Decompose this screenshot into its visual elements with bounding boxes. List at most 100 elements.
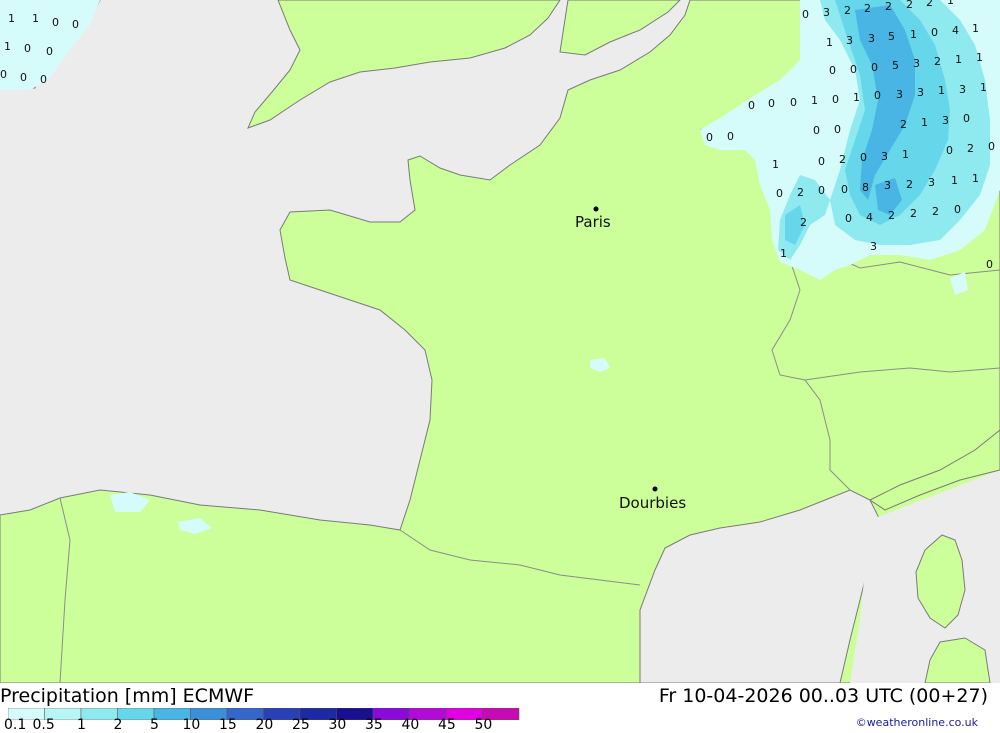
precip-value: 1 xyxy=(980,81,987,94)
precip-value: 0 xyxy=(832,93,839,106)
legend-tick-label: 15 xyxy=(219,717,237,733)
precip-value: 3 xyxy=(868,32,875,45)
precip-value: 0 xyxy=(24,42,31,55)
legend-tick-label: 5 xyxy=(150,717,159,733)
precip-value: 1 xyxy=(951,174,958,187)
precip-value: 1 xyxy=(811,94,818,107)
precip-value: 1 xyxy=(902,148,909,161)
map-footer: Precipitation [mm] ECMWF Fr 10-04-2026 0… xyxy=(0,683,1000,733)
precip-value: 0 xyxy=(845,212,852,225)
city-marker xyxy=(593,206,599,212)
precip-value: 3 xyxy=(928,176,935,189)
precip-value: 0 xyxy=(72,18,79,31)
precip-value: 2 xyxy=(885,0,892,13)
legend-tick-label: 50 xyxy=(474,717,493,733)
precip-value: 4 xyxy=(866,211,873,224)
precip-value: 3 xyxy=(896,88,903,101)
legend-swatch xyxy=(117,708,155,720)
precip-value: 2 xyxy=(906,178,913,191)
legend-tick-label: 20 xyxy=(255,717,274,733)
precip-value: 1 xyxy=(921,116,928,129)
precip-value: 0 xyxy=(963,112,970,125)
precip-value: 0 xyxy=(790,96,797,109)
legend-tick-label: 0.5 xyxy=(32,717,55,733)
precip-value: 1 xyxy=(8,12,15,25)
precip-value: 1 xyxy=(955,53,962,66)
precip-value: 0 xyxy=(802,8,809,21)
precip-value: 0 xyxy=(946,144,953,157)
precip-value: 2 xyxy=(864,2,871,15)
precip-value: 0 xyxy=(931,26,938,39)
precip-value: 1 xyxy=(972,22,979,35)
map-valid-time: Fr 10-04-2026 00..03 UTC (00+27) xyxy=(658,685,988,707)
precip-value: 0 xyxy=(834,123,841,136)
precip-value: 0 xyxy=(776,187,783,200)
precip-value: 4 xyxy=(952,24,959,37)
legend-tick-label: 2 xyxy=(113,717,123,733)
precip-value: 0 xyxy=(706,131,713,144)
precip-value: 1 xyxy=(826,36,833,49)
precip-value: 1 xyxy=(910,28,917,41)
precip-value: 0 xyxy=(52,16,59,29)
precip-value: 0 xyxy=(40,73,47,86)
legend-tick-label: 35 xyxy=(365,717,383,733)
precip-value: 0 xyxy=(0,68,7,81)
precip-value: 3 xyxy=(884,179,891,192)
precip-value: 0 xyxy=(829,64,836,77)
precip-value: 0 xyxy=(813,124,820,137)
credit-link[interactable]: ©weatheronline.co.uk xyxy=(856,716,978,729)
precip-value: 2 xyxy=(900,118,907,131)
precip-value: 2 xyxy=(800,216,807,229)
city-label-paris: Paris xyxy=(575,213,611,231)
precip-value: 0 xyxy=(954,203,961,216)
precip-value: 2 xyxy=(797,186,804,199)
legend-tick-label: 1 xyxy=(77,717,86,733)
precip-value: 8 xyxy=(862,181,869,194)
precip-value: 0 xyxy=(860,151,867,164)
map-title: Precipitation [mm] ECMWF xyxy=(0,685,255,707)
precip-value: 2 xyxy=(839,153,846,166)
precip-value: 2 xyxy=(888,209,895,222)
legend-tick-label: 25 xyxy=(292,717,310,733)
legend-tick-label: 30 xyxy=(328,717,347,733)
legend-tick-label: 0.1 xyxy=(4,717,27,733)
precip-value: 2 xyxy=(906,0,913,11)
legend-swatch xyxy=(80,708,118,720)
precip-value: 2 xyxy=(934,55,941,68)
precip-value: 1 xyxy=(780,247,787,260)
precip-value: 2 xyxy=(844,4,851,17)
precip-value: 3 xyxy=(823,6,830,19)
precip-value: 1 xyxy=(938,84,945,97)
precip-value: 0 xyxy=(748,99,755,112)
precip-value: 0 xyxy=(986,258,993,271)
precip-value: 0 xyxy=(841,183,848,196)
precip-value: 3 xyxy=(917,86,924,99)
precip-value: 0 xyxy=(818,155,825,168)
precip-value: 1 xyxy=(32,12,39,25)
precip-value: 0 xyxy=(727,130,734,143)
precip-value: 3 xyxy=(913,57,920,70)
precip-value: 1 xyxy=(4,40,11,53)
precip-value: 0 xyxy=(46,45,53,58)
precip-value: 2 xyxy=(932,205,939,218)
precip-value: 0 xyxy=(874,89,881,102)
precip-value: 0 xyxy=(768,97,775,110)
precip-value: 1 xyxy=(947,0,954,7)
legend-tick-label: 45 xyxy=(438,717,456,733)
precip-value: 5 xyxy=(888,30,895,43)
precip-value: 1 xyxy=(972,172,979,185)
precip-value: 5 xyxy=(892,59,899,72)
precip-value: 3 xyxy=(846,34,853,47)
precip-value: 3 xyxy=(870,240,877,253)
precip-value: 3 xyxy=(881,150,888,163)
precip-value: 0 xyxy=(818,184,825,197)
city-marker xyxy=(652,486,658,492)
precip-value: 3 xyxy=(959,83,966,96)
precip-value: 1 xyxy=(772,158,779,171)
precip-value: 0 xyxy=(850,63,857,76)
precip-value: 0 xyxy=(988,140,995,153)
precip-value: 2 xyxy=(926,0,933,9)
precipitation-map: 1 1 0 0 1 0 0 0 0 0 0 3 2 2 2 2 2 1 1 3 … xyxy=(0,0,1000,683)
precip-value: 1 xyxy=(853,91,860,104)
precip-value: 0 xyxy=(871,61,878,74)
